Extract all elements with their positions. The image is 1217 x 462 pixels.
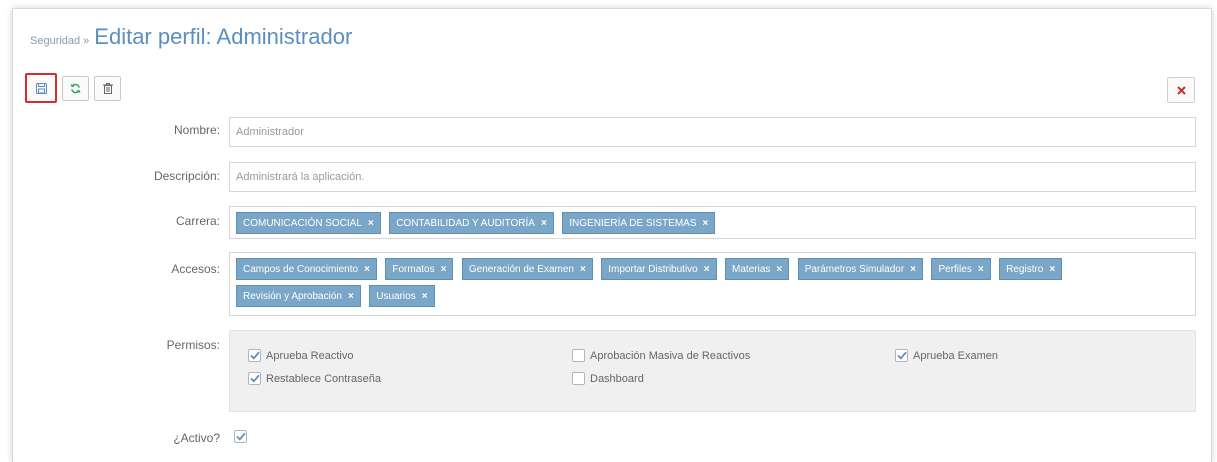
tag-label: Registro bbox=[1006, 263, 1044, 275]
refresh-icon bbox=[70, 83, 81, 94]
permiso-checkbox[interactable]: Aprueba Reactivo bbox=[248, 349, 353, 362]
acceso-tag[interactable]: Importar Distributivo × bbox=[601, 258, 717, 280]
carrera-label: Carrera: bbox=[175, 214, 220, 228]
tag-remove-icon[interactable]: × bbox=[910, 264, 916, 275]
refresh-button[interactable] bbox=[62, 76, 89, 101]
tag-remove-icon[interactable]: × bbox=[541, 218, 547, 229]
acceso-tag[interactable]: Campos de Conocimiento × bbox=[236, 258, 377, 280]
tag-remove-icon[interactable]: × bbox=[978, 264, 984, 275]
tag-label: Parámetros Simulador bbox=[804, 263, 905, 275]
acceso-tag[interactable]: Perfiles × bbox=[931, 258, 991, 280]
permiso-label: Dashboard bbox=[590, 372, 644, 385]
tag-label: Perfiles bbox=[938, 263, 972, 275]
delete-button[interactable] bbox=[94, 76, 121, 101]
breadcrumb-separator: » bbox=[83, 35, 90, 47]
acceso-tag[interactable]: Registro × bbox=[999, 258, 1063, 280]
tag-label: Materias bbox=[732, 263, 771, 275]
permiso-label: Restablece Contraseña bbox=[266, 372, 381, 385]
permiso-checkbox[interactable]: Aprueba Examen bbox=[895, 349, 998, 362]
checkbox-icon[interactable] bbox=[895, 349, 908, 362]
tag-label: COMUNICACIÓN SOCIAL bbox=[243, 217, 362, 229]
descripcion-input[interactable]: Administrará la aplicación. bbox=[229, 162, 1196, 192]
checkbox-icon[interactable] bbox=[572, 372, 585, 385]
tag-remove-icon[interactable]: × bbox=[776, 264, 782, 275]
acceso-tag[interactable]: Formatos × bbox=[385, 258, 454, 280]
acceso-tag[interactable]: Revisión y Aprobación × bbox=[236, 285, 361, 307]
breadcrumb-parent[interactable]: Seguridad bbox=[30, 35, 80, 47]
accesos-multiselect[interactable]: Campos de Conocimiento × Formatos × Genera… bbox=[229, 252, 1196, 316]
tag-label: Importar Distributivo bbox=[608, 263, 698, 275]
page-header: Seguridad » Editar perfil: Administrador bbox=[30, 24, 352, 50]
accesos-label: Accesos: bbox=[171, 262, 220, 276]
tag-label: Revisión y Aprobación bbox=[243, 290, 342, 302]
carrera-tag[interactable]: CONTABILIDAD Y AUDITORÍA × bbox=[389, 212, 554, 234]
nombre-input[interactable]: Administrador bbox=[229, 117, 1196, 147]
tag-remove-icon[interactable]: × bbox=[364, 264, 370, 275]
trash-icon bbox=[102, 83, 113, 94]
tag-label: CONTABILIDAD Y AUDITORÍA bbox=[396, 217, 535, 229]
tag-remove-icon[interactable]: × bbox=[704, 264, 710, 275]
activo-checkbox[interactable] bbox=[234, 430, 252, 443]
tag-label: Campos de Conocimiento bbox=[243, 263, 359, 275]
descripcion-label: Descripción: bbox=[153, 169, 220, 183]
permiso-label: Aprueba Reactivo bbox=[266, 349, 354, 362]
tag-remove-icon[interactable]: × bbox=[580, 264, 586, 275]
page-title: Editar perfil: Administrador bbox=[94, 24, 353, 49]
checkbox-icon[interactable] bbox=[248, 349, 261, 362]
permiso-checkbox[interactable]: Restablece Contraseña bbox=[248, 372, 381, 385]
permisos-label: Permisos: bbox=[166, 338, 220, 352]
tag-remove-icon[interactable]: × bbox=[422, 291, 428, 302]
permiso-label: Aprobación Masiva de Reactivos bbox=[590, 349, 751, 362]
tag-label: Generación de Examen bbox=[468, 263, 574, 275]
acceso-tag[interactable]: Generación de Examen × bbox=[461, 258, 593, 280]
permiso-checkbox[interactable]: Dashboard bbox=[572, 372, 644, 385]
tag-remove-icon[interactable]: × bbox=[368, 218, 374, 229]
acceso-tag[interactable]: Materias × bbox=[725, 258, 790, 280]
activo-label: ¿Activo? bbox=[173, 431, 220, 445]
checkbox-icon[interactable] bbox=[248, 372, 261, 385]
toolbar bbox=[25, 73, 121, 103]
carrera-multiselect[interactable]: COMUNICACIÓN SOCIAL × CONTABILIDAD Y AUDI… bbox=[229, 206, 1196, 239]
tag-remove-icon[interactable]: × bbox=[348, 291, 354, 302]
tag-label: Formatos bbox=[392, 263, 435, 275]
close-button[interactable] bbox=[1167, 77, 1195, 103]
checkbox-icon[interactable] bbox=[234, 430, 247, 443]
checkbox-icon[interactable] bbox=[572, 349, 585, 362]
floppy-disk-icon bbox=[35, 82, 47, 94]
tag-remove-icon[interactable]: × bbox=[1049, 264, 1055, 275]
acceso-tag[interactable]: Parámetros Simulador × bbox=[797, 258, 924, 280]
close-icon bbox=[1176, 85, 1186, 95]
permiso-label: Aprueba Examen bbox=[913, 349, 998, 362]
save-button[interactable] bbox=[25, 73, 57, 103]
tag-label: Usuarios bbox=[376, 290, 416, 302]
tag-remove-icon[interactable]: × bbox=[703, 218, 709, 229]
carrera-tag[interactable]: INGENIERÍA DE SISTEMAS × bbox=[562, 212, 716, 234]
nombre-label: Nombre: bbox=[173, 123, 220, 137]
acceso-tag[interactable]: Usuarios × bbox=[369, 285, 435, 307]
tag-label: INGENIERÍA DE SISTEMAS bbox=[569, 217, 697, 229]
tag-remove-icon[interactable]: × bbox=[441, 264, 447, 275]
carrera-tag[interactable]: COMUNICACIÓN SOCIAL × bbox=[236, 212, 381, 234]
permisos-group: Aprueba Reactivo Aprobación Masiva de Re… bbox=[229, 330, 1196, 412]
permiso-checkbox[interactable]: Aprobación Masiva de Reactivos bbox=[572, 349, 750, 362]
